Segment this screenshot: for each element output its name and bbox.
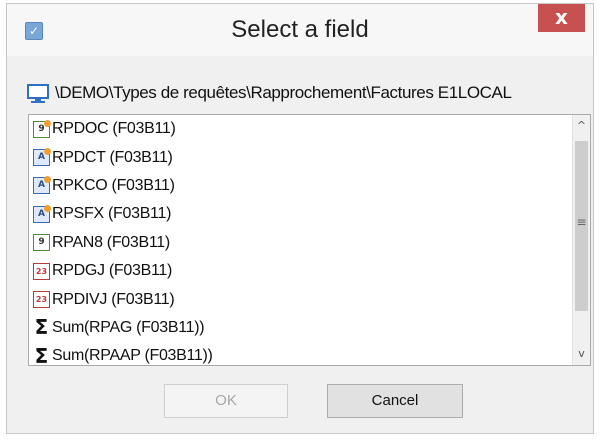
list-item[interactable]: Σ Sum(RPAAP (F03B11)) [29,342,572,365]
list-item[interactable]: A RPKCO (F03B11) [29,172,572,200]
field-label: RPAN8 (F03B11) [52,233,170,251]
list-item[interactable]: 23 RPDIVJ (F03B11) [29,285,572,313]
cancel-button[interactable]: Cancel [327,384,463,418]
computer-monitor-icon [27,84,49,103]
field-label: RPDGJ (F03B11) [52,262,172,280]
list-item[interactable]: 9 RPDOC (F03B11) [29,115,572,143]
list-item[interactable]: A RPSFX (F03B11) [29,200,572,228]
grip-icon: ≡ [576,215,587,229]
field-label: RPKCO (F03B11) [52,176,175,194]
field-label: RPDIVJ (F03B11) [52,290,175,308]
field-list: 9 RPDOC (F03B11) A RPDCT (F03B11) A RPKC… [29,115,572,365]
select-field-dialog: ✓ Select a field x \DEMO\Types de requêt… [6,3,594,434]
field-label: RPSFX (F03B11) [52,205,172,223]
list-item[interactable]: 23 RPDGJ (F03B11) [29,257,572,285]
alpha-icon: A [33,148,51,167]
list-item[interactable]: Σ Sum(RPAG (F03B11)) [29,314,572,342]
window-title: Select a field [231,16,369,43]
date-icon: 23 [33,262,50,280]
numeric-icon: 9 [33,234,50,252]
path-breadcrumb: \DEMO\Types de requêtes\Rapprochement\Fa… [27,81,583,107]
scroll-up-icon[interactable]: ^ [573,117,590,135]
sum-icon: Σ [34,343,49,365]
list-item[interactable]: 9 RPAN8 (F03B11) [29,229,572,257]
alpha-icon: A [33,204,51,223]
field-label: RPDCT (F03B11) [52,148,173,166]
title-bar[interactable]: ✓ Select a field x [7,4,593,56]
date-icon: 23 [33,291,50,309]
close-button[interactable]: x [538,4,585,32]
alpha-icon: A [33,176,51,195]
field-label: Sum(RPAG (F03B11)) [52,318,205,336]
field-listbox[interactable]: 9 RPDOC (F03B11) A RPDCT (F03B11) A RPKC… [28,114,591,366]
ok-button[interactable]: OK [164,384,288,418]
numeric-calculated-icon: 9 [33,119,51,138]
path-text: \DEMO\Types de requêtes\Rapprochement\Fa… [55,83,512,102]
scrollbar-thumb[interactable]: ≡ [575,141,588,311]
list-item[interactable]: A RPDCT (F03B11) [29,143,572,171]
vertical-scrollbar[interactable]: ^ ≡ v [572,115,590,365]
field-label: Sum(RPAAP (F03B11)) [52,347,213,365]
field-label: RPDOC (F03B11) [52,120,176,138]
sum-icon: Σ [34,315,49,340]
scroll-down-icon[interactable]: v [573,345,590,363]
